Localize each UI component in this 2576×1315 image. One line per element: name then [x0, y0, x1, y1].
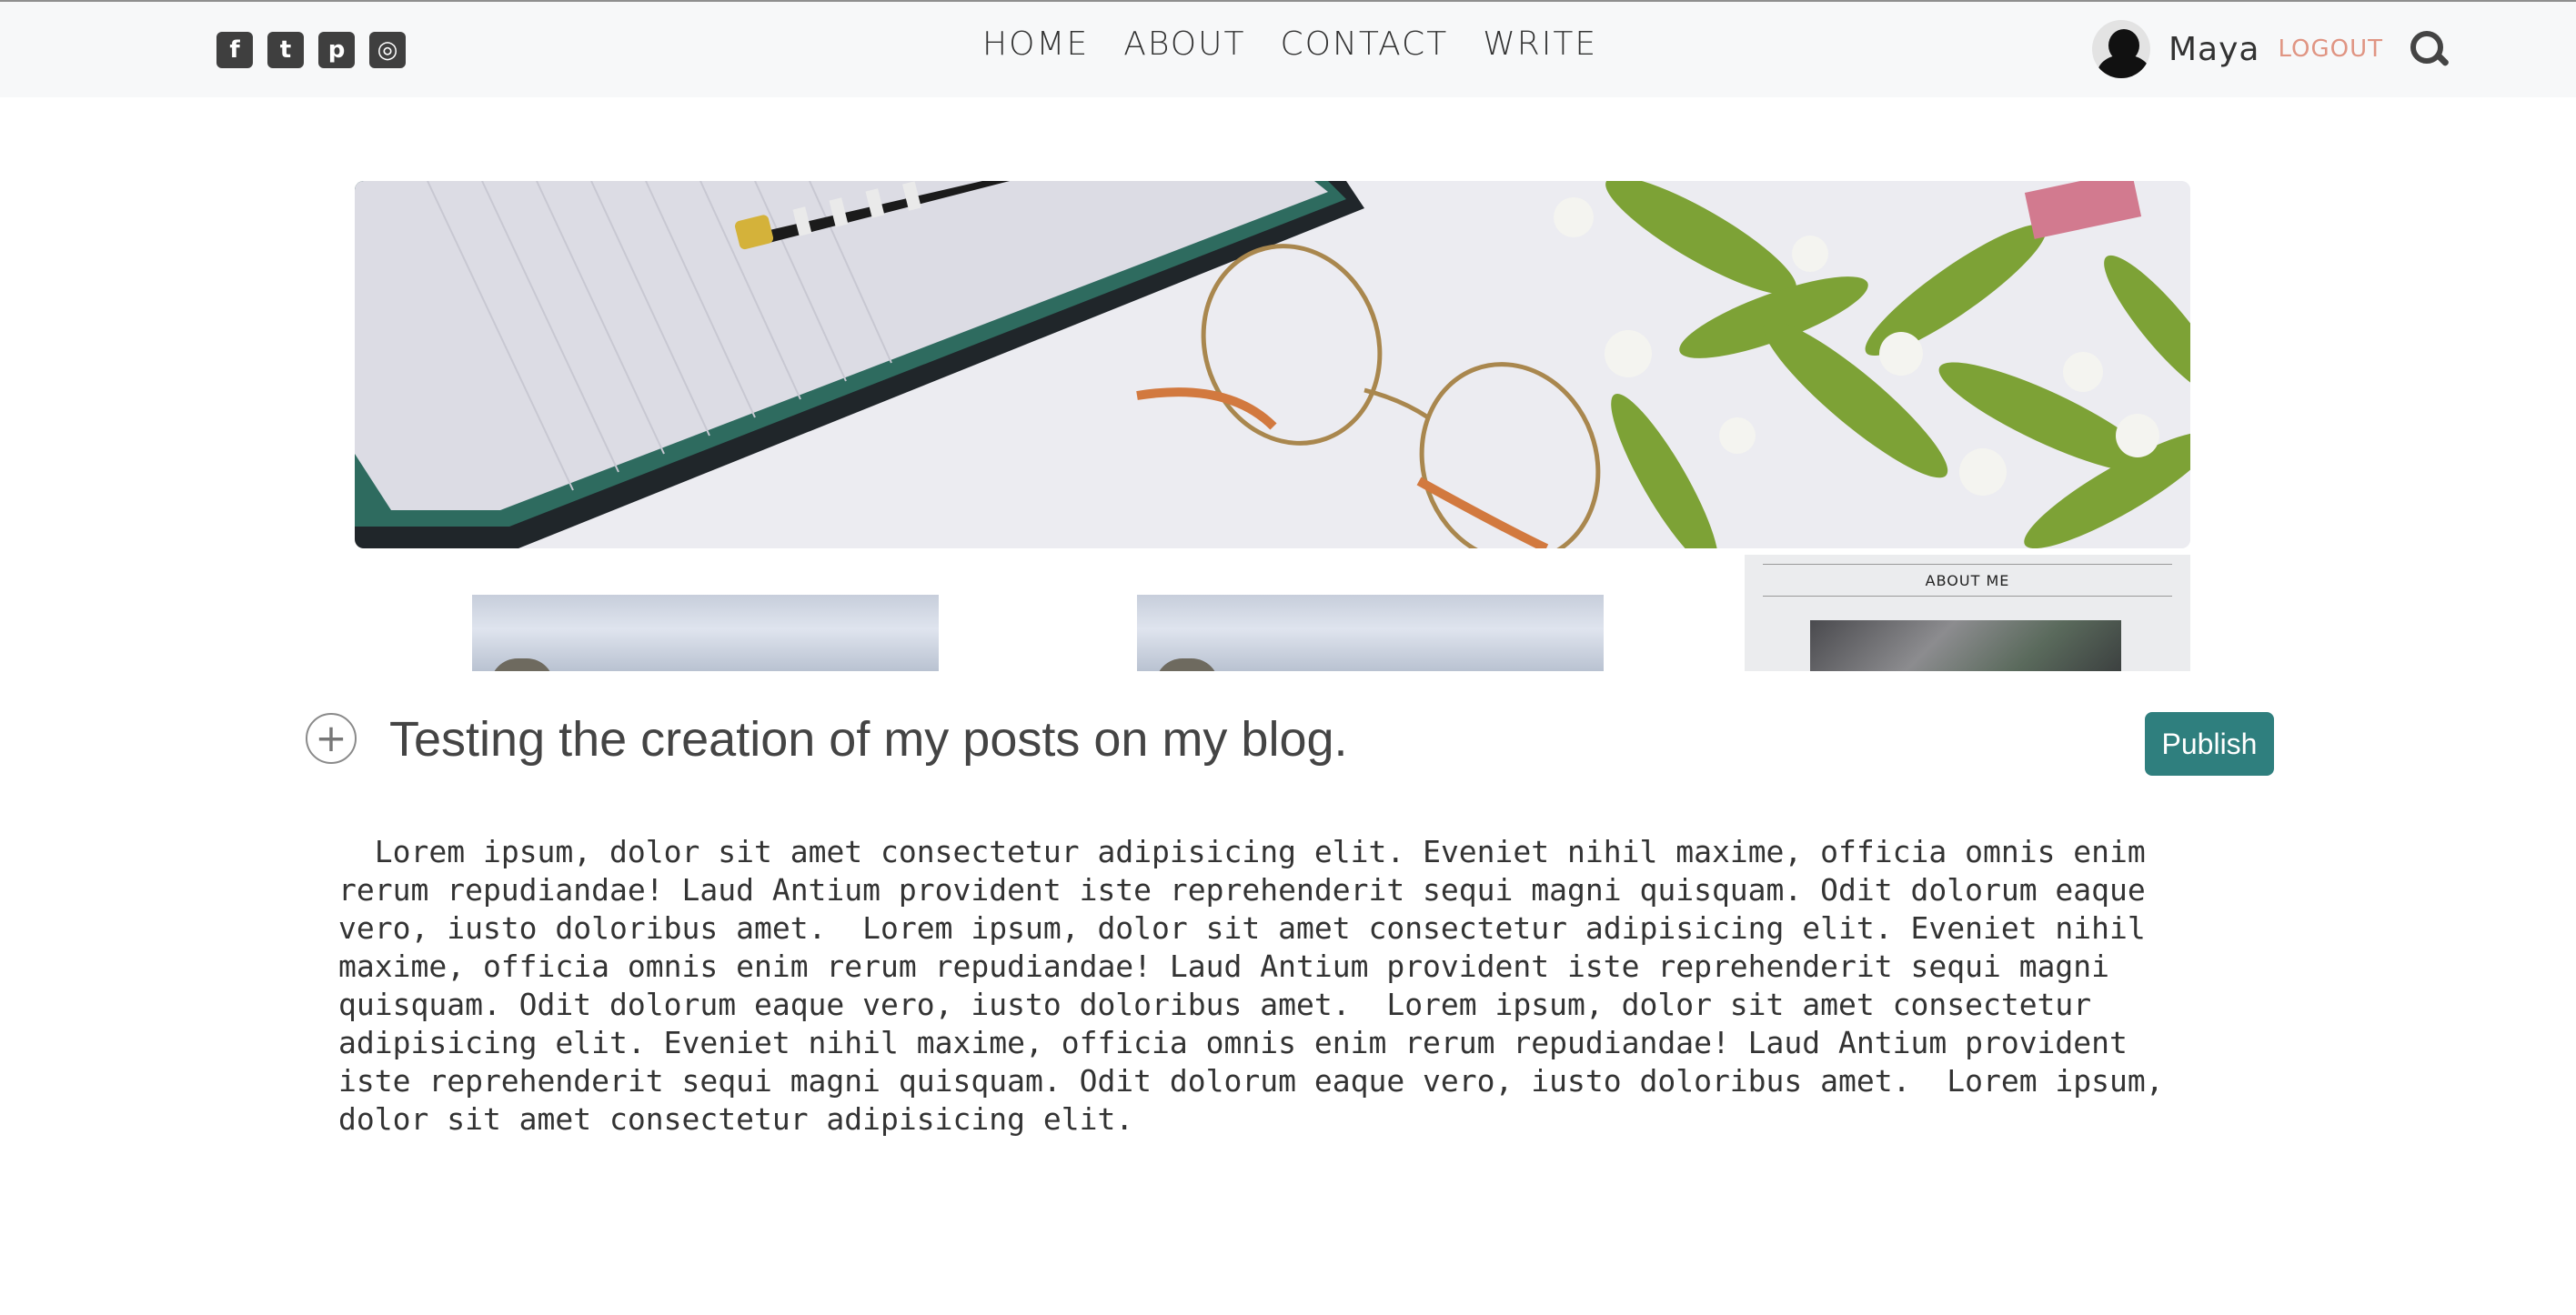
post-title-input[interactable]	[389, 706, 2118, 773]
post-thumbnail[interactable]	[472, 595, 939, 671]
nav-write-link[interactable]: WRITE	[1483, 25, 1597, 63]
header-illustration	[355, 181, 2190, 548]
main-nav: HOME ABOUT CONTACT WRITE	[982, 25, 1597, 63]
add-image-button[interactable]: +	[306, 713, 357, 764]
sidebar-about-image	[1810, 620, 2121, 671]
sidebar-about: ABOUT ME	[1745, 555, 2190, 671]
top-bar: f t p ◎ HOME ABOUT CONTACT WRITE Maya LO…	[0, 0, 2576, 97]
post-body-textarea[interactable]: Lorem ipsum, dolor sit amet consectetur …	[338, 833, 2176, 1160]
avatar-bust	[2098, 55, 2150, 78]
facebook-square-icon[interactable]: f	[216, 32, 253, 68]
username: Maya	[2168, 30, 2260, 68]
logout-link[interactable]: LOGOUT	[2279, 35, 2384, 63]
avatar[interactable]	[2092, 20, 2150, 78]
sidebar-about-title: ABOUT ME	[1763, 564, 2172, 597]
nav-about-link[interactable]: ABOUT	[1123, 25, 1245, 63]
search-icon-handle	[2434, 52, 2450, 67]
thumbnail-rock	[490, 658, 554, 671]
plus-circle-icon: +	[315, 716, 347, 760]
twitter-square-icon[interactable]: t	[267, 32, 304, 68]
publish-button[interactable]: Publish	[2145, 712, 2274, 776]
thumbnail-rock	[1155, 658, 1219, 671]
pinterest-square-icon[interactable]: p	[318, 32, 355, 68]
search-icon[interactable]	[2410, 31, 2450, 67]
header-image	[355, 181, 2190, 548]
nav-contact-link[interactable]: CONTACT	[1280, 25, 1448, 63]
instagram-square-icon[interactable]: ◎	[369, 32, 406, 68]
post-thumbnail[interactable]	[1137, 595, 1604, 671]
social-links: f t p ◎	[216, 32, 406, 68]
user-area: Maya LOGOUT	[2092, 20, 2450, 78]
nav-home-link[interactable]: HOME	[982, 25, 1089, 63]
